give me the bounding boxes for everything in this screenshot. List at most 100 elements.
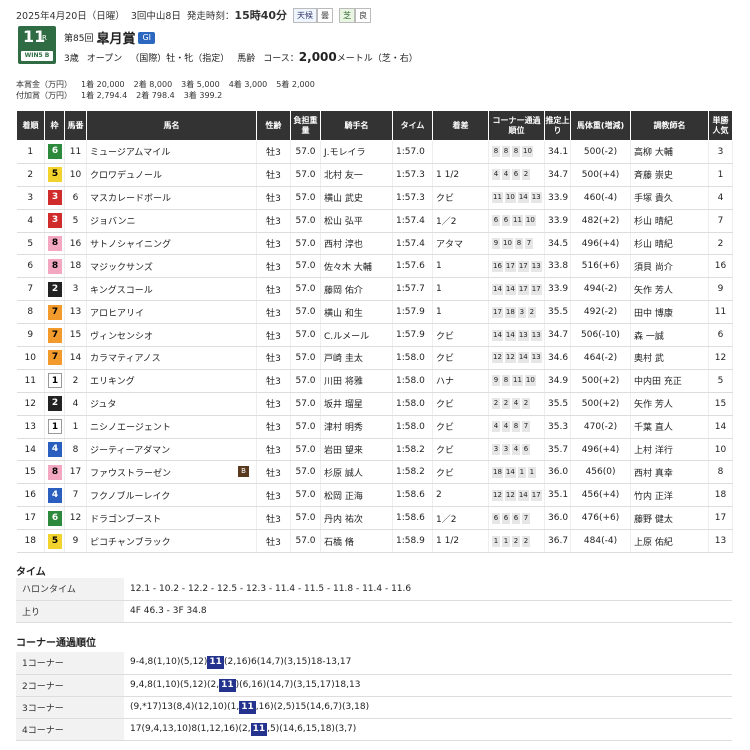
race-r: R bbox=[42, 34, 47, 42]
jockey-link[interactable]: 戸崎 圭太 bbox=[324, 354, 363, 364]
horse-name-link[interactable]: クロワデュノール bbox=[90, 171, 162, 181]
body-weight: 482(+2) bbox=[570, 209, 631, 233]
trainer-link[interactable]: 西村 真幸 bbox=[634, 469, 673, 479]
corner-key: 3コーナー bbox=[16, 696, 124, 719]
trainer-link[interactable]: 千葉 直人 bbox=[634, 423, 673, 433]
corner-pos: 4 bbox=[512, 444, 520, 456]
trainer-link[interactable]: 斉藤 崇史 bbox=[634, 171, 673, 181]
jockey-link[interactable]: 津村 明秀 bbox=[324, 423, 363, 433]
jockey-link[interactable]: 坂井 瑠星 bbox=[324, 400, 363, 410]
jockey-cell: 丹内 祐次 bbox=[320, 506, 393, 531]
horse-name-link[interactable]: キングスコール bbox=[90, 286, 153, 296]
last-3f: 36.0 bbox=[544, 506, 571, 531]
corner-order: 9-4,8(1,10)(5,12) 11 (2,16)6(14,7)(3,15)18… bbox=[124, 652, 732, 675]
horse-name-link[interactable]: フクノブルーレイク bbox=[90, 492, 170, 502]
jockey-cell: 藤岡 佑介 bbox=[320, 277, 393, 302]
corner-pos: 14 bbox=[492, 329, 503, 341]
horse-name-link[interactable]: ニシノエージェント bbox=[90, 423, 171, 433]
jockey-link[interactable]: 松山 弘平 bbox=[324, 217, 363, 227]
body-weight: 516(+6) bbox=[570, 254, 631, 279]
margin: 1 1/2 bbox=[432, 163, 489, 187]
margin bbox=[432, 140, 489, 164]
corner-row: 4コーナー 17(9,4,13,10)8(1,12,16)(2, 11,5)(14,… bbox=[16, 718, 732, 741]
trainer-link[interactable]: 中内田 充正 bbox=[634, 377, 682, 387]
trainer-link[interactable]: 田中 博康 bbox=[634, 309, 673, 319]
corner-positions: 12 12 14 17 bbox=[488, 483, 545, 508]
jockey-link[interactable]: C.ルメール bbox=[324, 332, 369, 342]
corner-positions: 16 17 17 13 bbox=[488, 254, 545, 279]
finish-time: 1:58.6 bbox=[392, 506, 433, 531]
trainer-link[interactable]: 上村 洋行 bbox=[634, 446, 673, 456]
horse-name-link[interactable]: ジュタ bbox=[90, 400, 116, 410]
horse-name-link[interactable]: カラマティアノス bbox=[90, 354, 161, 364]
jockey-link[interactable]: 北村 友一 bbox=[324, 171, 363, 181]
finish-time: 1:58.0 bbox=[392, 392, 433, 416]
trainer-link[interactable]: 森 一誠 bbox=[634, 332, 664, 342]
jockey-link[interactable]: J.モレイラ bbox=[324, 148, 366, 158]
trainer-link[interactable]: 手塚 貴久 bbox=[634, 194, 673, 204]
jockey-link[interactable]: 岩田 望来 bbox=[324, 446, 363, 456]
weight-carried: 57.0 bbox=[290, 438, 321, 462]
jockey-link[interactable]: 石橋 脩 bbox=[324, 538, 354, 548]
horse-name-cell: ドラゴンブースト bbox=[86, 506, 257, 531]
waku-cell: 8 bbox=[44, 460, 65, 485]
trainer-link[interactable]: 高柳 大輔 bbox=[634, 148, 673, 158]
jockey-link[interactable]: 西村 淳也 bbox=[324, 240, 363, 250]
horse-name-link[interactable]: エリキング bbox=[90, 377, 135, 387]
horse-name-link[interactable]: ジョバンニ bbox=[90, 217, 135, 227]
finish-position: 15 bbox=[16, 460, 45, 485]
horse-name-link[interactable]: アロヒアリイ bbox=[90, 309, 144, 319]
horse-name-link[interactable]: ピコチャンブラック bbox=[90, 538, 171, 548]
winner-highlight: 11 bbox=[219, 678, 236, 692]
weather-value: 曇 bbox=[317, 7, 334, 23]
trainer-link[interactable]: 奥村 武 bbox=[634, 354, 664, 364]
corner-pos: 3 bbox=[517, 306, 526, 318]
jockey-link[interactable]: 杉原 誠人 bbox=[324, 469, 363, 479]
last-3f: 33.9 bbox=[544, 186, 571, 210]
added-prize: 付加賞（万円） 1着 2,794.4 2着 798.4 3着 399.2 bbox=[16, 91, 223, 100]
corner-pos: 7 bbox=[524, 238, 533, 249]
col-header: 騎手名 bbox=[320, 110, 393, 141]
horse-name-link[interactable]: ヴィンセンシオ bbox=[90, 332, 153, 342]
horse-name-link[interactable]: ミュージアムマイル bbox=[90, 148, 170, 158]
jockey-link[interactable]: 横山 武史 bbox=[324, 194, 363, 204]
popularity: 9 bbox=[708, 277, 733, 302]
trainer-link[interactable]: 矢作 芳人 bbox=[634, 286, 673, 296]
jockey-link[interactable]: 川田 将雅 bbox=[324, 377, 363, 387]
horse-name-link[interactable]: マジックサンズ bbox=[90, 263, 153, 273]
jockey-link[interactable]: 横山 和生 bbox=[324, 309, 363, 319]
waku-cell: 4 bbox=[44, 483, 65, 508]
corner-positions: 2242 bbox=[488, 392, 545, 416]
trainer-link[interactable]: 須貝 尚介 bbox=[634, 263, 673, 273]
horse-name-link[interactable]: ドラゴンブースト bbox=[90, 515, 161, 525]
trainer-link[interactable]: 矢作 芳人 bbox=[634, 400, 673, 410]
jockey-link[interactable]: 松岡 正海 bbox=[324, 492, 363, 502]
horse-name-cell: マジックサンズ bbox=[86, 254, 257, 279]
jockey-link[interactable]: 丹内 祐次 bbox=[324, 515, 363, 525]
horse-name-link[interactable]: ファウストラーゼン bbox=[90, 469, 171, 479]
margin: ハナ bbox=[432, 369, 489, 393]
trainer-link[interactable]: 杉山 晴紀 bbox=[634, 240, 673, 250]
popularity: 15 bbox=[708, 392, 733, 416]
finish-position: 7 bbox=[16, 277, 45, 302]
waku-cell: 4 bbox=[44, 438, 65, 462]
trainer-link[interactable]: 藤野 健太 bbox=[634, 515, 673, 525]
time-row: 上り 4F 46.3 - 3F 34.8 bbox=[16, 600, 732, 623]
result-row: 1 6 11 ミュージアムマイル 牡3 57.0 J.モレイラ 1:57.0 8 8 8 10 34.1… bbox=[16, 140, 733, 164]
horse-number: 8 bbox=[64, 438, 87, 462]
waku-badge: 6 bbox=[48, 510, 62, 526]
horse-name-cell: アロヒアリイ bbox=[86, 300, 257, 325]
jockey-link[interactable]: 藤岡 佑介 bbox=[324, 286, 363, 296]
popularity: 3 bbox=[708, 140, 733, 164]
weight-carried: 57.0 bbox=[290, 369, 321, 393]
horse-name-link[interactable]: マスカレードボール bbox=[90, 194, 171, 204]
horse-name-link[interactable]: ジーティーアダマン bbox=[90, 446, 170, 456]
waku-badge: 1 bbox=[48, 419, 62, 435]
trainer-link[interactable]: 杉山 晴紀 bbox=[634, 217, 673, 227]
corner-order-post: (2,16)6(14,7)(3,15)18-13,17 bbox=[223, 657, 352, 668]
result-row: 16 4 7 フクノブルーレイク 牡3 57.0 松岡 正海 1:58.6 2 12 12 14 17 3… bbox=[16, 483, 733, 508]
trainer-link[interactable]: 竹内 正洋 bbox=[634, 492, 673, 502]
jockey-link[interactable]: 佐々木 大輔 bbox=[324, 263, 372, 273]
trainer-link[interactable]: 上原 佑紀 bbox=[634, 538, 673, 548]
horse-name-link[interactable]: サトノシャイニング bbox=[90, 240, 171, 250]
